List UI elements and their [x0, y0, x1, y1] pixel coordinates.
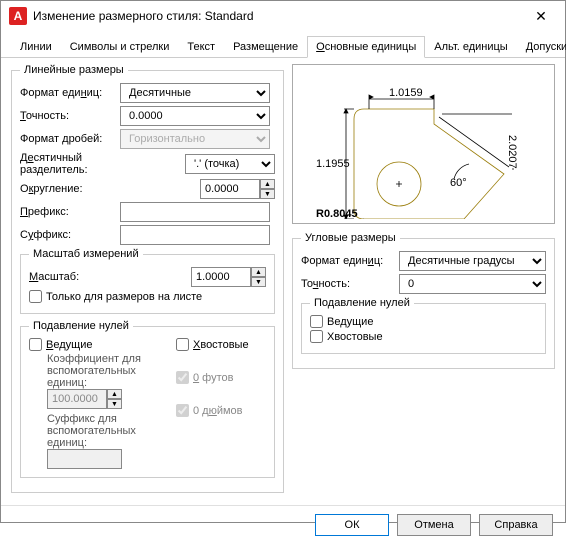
tab-symbols[interactable]: Символы и стрелки: [61, 36, 179, 58]
tab-primary-units[interactable]: Основные единицы: [307, 36, 425, 58]
layout-only-checkbox[interactable]: [29, 290, 42, 303]
subunit-factor-input: [47, 389, 107, 409]
prefix-label: Префикс:: [20, 206, 116, 218]
tab-alt-units[interactable]: Альт. единицы: [425, 36, 516, 58]
angular-legend: Угловые размеры: [301, 232, 400, 244]
unit-format-label: Формат единиц:: [20, 87, 116, 99]
trailing-checkbox[interactable]: [176, 338, 189, 351]
window-title: Изменение размерного стиля: Standard: [33, 9, 521, 23]
scale-group: Масштаб измерений Масштаб: ▲▼ Только для…: [20, 248, 275, 314]
decimal-sep-select[interactable]: '.' (точка): [185, 154, 275, 174]
tab-tolerances[interactable]: Допуски: [517, 36, 566, 58]
leading-checkbox[interactable]: [29, 338, 42, 351]
inches-label: 0 дюймов: [193, 405, 243, 417]
ang-leading-checkbox[interactable]: [310, 315, 323, 328]
trailing-label: Хвостовые: [193, 339, 249, 351]
ang-zero-group: Подавление нулей Ведущие Хвостовые: [301, 297, 546, 354]
scale-spin-down[interactable]: ▼: [251, 277, 266, 287]
ang-format-label: Формат единиц:: [301, 255, 395, 267]
tab-fit[interactable]: Размещение: [224, 36, 307, 58]
zero-suppress-group: Подавление нулей Ведущие Коэффициент для…: [20, 320, 275, 478]
zero-legend: Подавление нулей: [29, 320, 133, 332]
scale-label: Масштаб:: [29, 271, 79, 283]
subunit-factor-down: ▼: [107, 399, 122, 409]
round-label: Округление:: [20, 183, 150, 195]
scale-input[interactable]: [191, 267, 251, 287]
subunit-factor-label: Коэффициент для вспомогательных единиц:: [47, 353, 164, 389]
app-icon: A: [9, 7, 27, 25]
prefix-input[interactable]: [120, 202, 270, 222]
preview-pane: 1.0159 1.1955 2.0207 60° R0.8045: [292, 64, 555, 224]
unit-format-select[interactable]: Десятичные: [120, 83, 270, 103]
precision-label: Точность:: [20, 110, 116, 122]
svg-text:60°: 60°: [450, 177, 467, 189]
subunit-suffix-label: Суффикс для вспомогательных единиц:: [47, 413, 164, 449]
decimal-sep-label: Десятичный разделитель:: [20, 152, 150, 176]
ang-zero-legend: Подавление нулей: [310, 297, 414, 309]
subunit-factor-up: ▲: [107, 389, 122, 399]
svg-text:1.1955: 1.1955: [316, 158, 350, 170]
ang-precision-select[interactable]: 0: [399, 274, 546, 294]
tab-text[interactable]: Текст: [178, 36, 224, 58]
tab-bar: Линии Символы и стрелки Текст Размещение…: [1, 31, 565, 58]
round-spin-up[interactable]: ▲: [260, 179, 275, 189]
ang-leading-label: Ведущие: [327, 316, 373, 328]
linear-group: Линейные размеры Формат единиц: Десятичн…: [11, 64, 284, 493]
angular-group: Угловые размеры Формат единиц: Десятичны…: [292, 232, 555, 369]
ang-trailing-label: Хвостовые: [327, 331, 383, 343]
feet-label: 0 футов: [193, 372, 233, 384]
tab-lines[interactable]: Линии: [11, 36, 61, 58]
svg-text:1.0159: 1.0159: [389, 87, 423, 99]
round-input[interactable]: [200, 179, 260, 199]
ang-trailing-checkbox[interactable]: [310, 330, 323, 343]
linear-legend: Линейные размеры: [20, 64, 128, 76]
cancel-button[interactable]: Отмена: [397, 514, 471, 536]
scale-legend: Масштаб измерений: [29, 248, 143, 260]
layout-only-label: Только для размеров на листе: [46, 291, 202, 303]
ang-precision-label: Точность:: [301, 278, 395, 290]
ok-button[interactable]: ОК: [315, 514, 389, 536]
leading-label: Ведущие: [46, 339, 92, 351]
feet-checkbox: [176, 371, 189, 384]
svg-text:R0.8045: R0.8045: [316, 208, 358, 219]
help-button[interactable]: Справка: [479, 514, 553, 536]
inches-checkbox: [176, 404, 189, 417]
fraction-format-label: Формат дробей:: [20, 133, 116, 145]
precision-select[interactable]: 0.0000: [120, 106, 270, 126]
close-button[interactable]: ✕: [521, 2, 561, 30]
round-spin-down[interactable]: ▼: [260, 189, 275, 199]
subunit-suffix-input: [47, 449, 122, 469]
suffix-label: Суффикс:: [20, 229, 116, 241]
suffix-input[interactable]: [120, 225, 270, 245]
svg-text:2.0207: 2.0207: [506, 135, 518, 169]
fraction-format-select: Горизонтально: [120, 129, 270, 149]
ang-format-select[interactable]: Десятичные градусы: [399, 251, 546, 271]
scale-spin-up[interactable]: ▲: [251, 267, 266, 277]
